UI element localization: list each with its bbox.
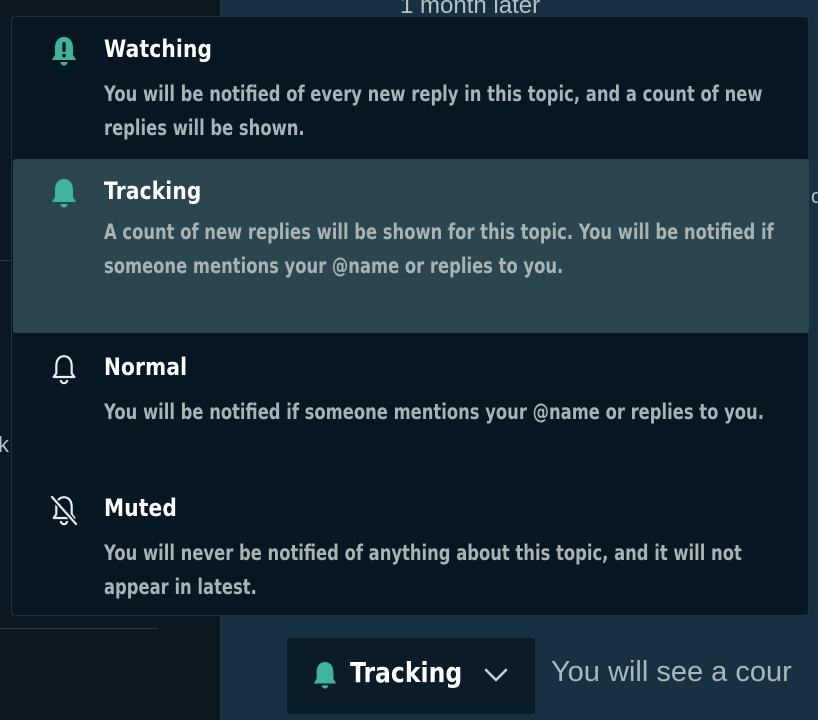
bell-filled-icon (311, 660, 339, 696)
menu-item-title: Watching (104, 35, 213, 63)
bell-slash-icon (49, 494, 79, 528)
chevron-down-icon (483, 666, 509, 688)
menu-item-description: You will never be notified of anything a… (104, 541, 742, 599)
menu-item-description: You will be notified of every new reply … (104, 82, 763, 140)
menu-item-description: A count of new replies will be shown for… (104, 220, 774, 278)
menu-item-watching[interactable]: Watching You will be notified of every n… (13, 35, 809, 165)
menu-item-tracking[interactable]: Tracking A count of new replies will be … (13, 159, 809, 333)
bell-outline-icon (49, 353, 79, 387)
bell-exclamation-icon (49, 35, 79, 69)
divider (0, 628, 158, 629)
notification-level-label: Tracking (350, 656, 463, 689)
menu-item-description: You will be notified if someone mentions… (104, 400, 764, 424)
menu-item-muted[interactable]: Muted You will never be notified of anyt… (13, 494, 809, 599)
truncated-text: o (811, 186, 818, 208)
menu-item-title: Muted (104, 494, 178, 522)
notification-level-menu: Watching You will be notified of every n… (11, 16, 809, 616)
bell-filled-icon (49, 177, 79, 211)
menu-item-title: Tracking (104, 177, 202, 205)
menu-item-title: Normal (104, 353, 188, 381)
truncated-text: k (0, 432, 9, 457)
notification-reason-text: You will see a cour (551, 656, 792, 688)
menu-item-normal[interactable]: Normal You will be notified if someone m… (13, 353, 809, 453)
notification-level-button[interactable]: Tracking (287, 638, 535, 714)
